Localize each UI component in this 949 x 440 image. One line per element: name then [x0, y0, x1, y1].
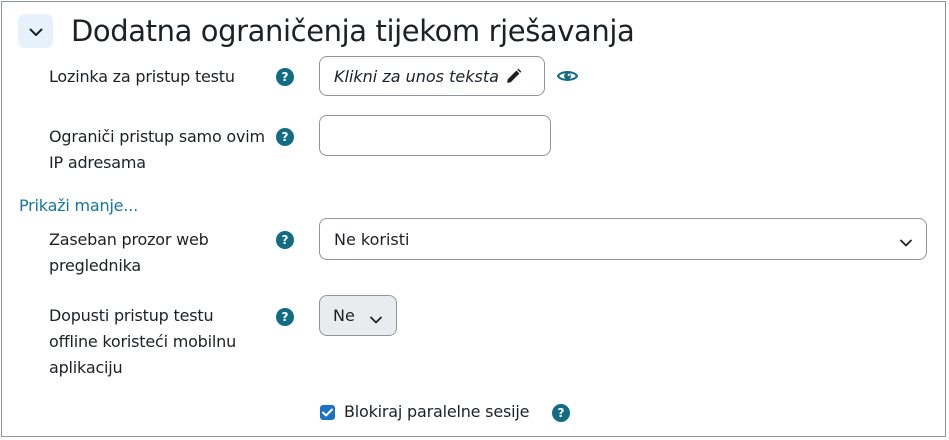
eye-icon[interactable] [556, 68, 579, 88]
password-label: Lozinka za pristup testu [49, 67, 235, 86]
help-icon[interactable]: ? [276, 231, 294, 249]
browser-window-label-line2: preglednika [49, 256, 142, 275]
offline-attempts-select[interactable]: Ne [319, 295, 397, 336]
offline-attempts-label-line2: offline koristeći mobilnu [49, 332, 237, 351]
section-title: Dodatna ograničenja tijekom rješavanja [71, 14, 635, 48]
offline-attempts-label-line1: Dopusti pristup testu [49, 306, 214, 325]
block-concurrent-label[interactable]: Blokiraj paralelne sesije [344, 399, 529, 425]
collapse-section-button[interactable] [18, 14, 53, 48]
browser-window-label-line1: Zaseban prozor web [49, 230, 209, 249]
offline-attempts-selected: Ne [333, 306, 355, 325]
chevron-down-icon [29, 22, 43, 41]
offline-attempts-label: Dopusti pristup testu offline koristeći … [49, 303, 236, 381]
help-icon[interactable]: ? [276, 308, 294, 326]
ip-restrict-input[interactable] [319, 115, 551, 156]
help-icon[interactable]: ? [552, 404, 570, 422]
offline-attempts-label-line3: aplikaciju [49, 358, 123, 377]
pencil-icon[interactable] [505, 68, 522, 85]
browser-window-select[interactable]: Ne koristi [319, 218, 927, 260]
browser-window-selected: Ne koristi [334, 229, 410, 249]
chevron-down-icon [900, 232, 912, 251]
show-less-link[interactable]: Prikaži manje... [19, 193, 138, 219]
ip-restrict-label-line1: Ograniči pristup samo ovim [49, 127, 265, 146]
password-inplace-editable[interactable]: Klikni za unos teksta [319, 56, 545, 96]
form-section: Dodatna ograničenja tijekom rješavanja L… [1, 1, 946, 437]
block-concurrent-checkbox[interactable] [320, 405, 335, 420]
help-icon[interactable]: ? [276, 128, 294, 146]
help-icon[interactable]: ? [276, 68, 294, 86]
ip-restrict-label: Ograniči pristup samo ovim IP adresama [49, 124, 265, 176]
browser-window-label: Zaseban prozor web preglednika [49, 227, 209, 279]
password-value: Klikni za unos teksta [334, 66, 499, 86]
ip-restrict-label-line2: IP adresama [49, 153, 146, 172]
chevron-down-icon [370, 309, 382, 328]
